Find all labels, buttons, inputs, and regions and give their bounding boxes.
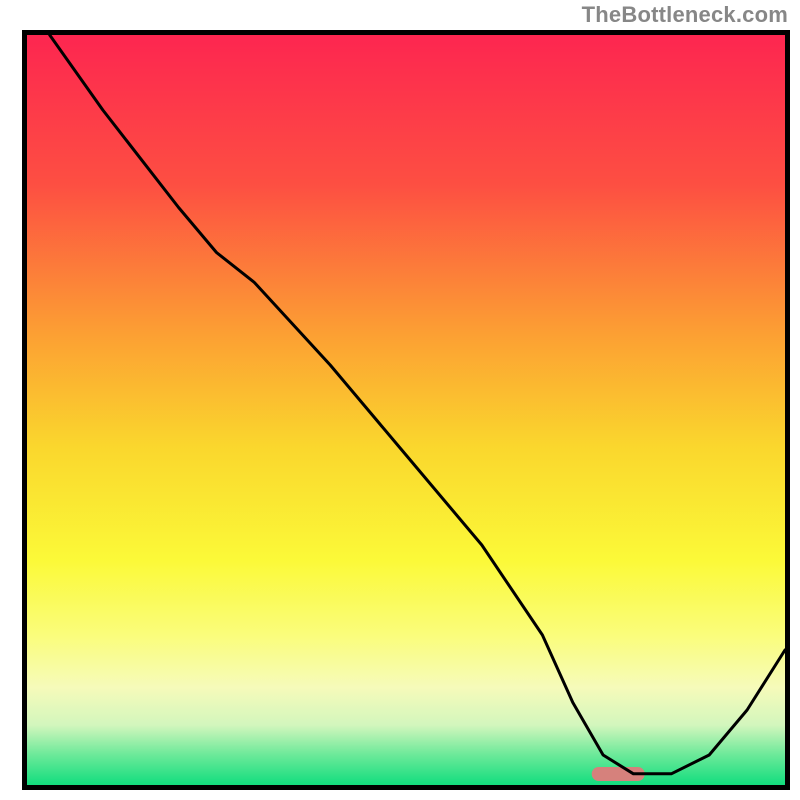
bottleneck-chart [0, 0, 800, 800]
chart-container: TheBottleneck.com [0, 0, 800, 800]
plot-background [27, 35, 785, 785]
watermark-text: TheBottleneck.com [582, 2, 788, 28]
